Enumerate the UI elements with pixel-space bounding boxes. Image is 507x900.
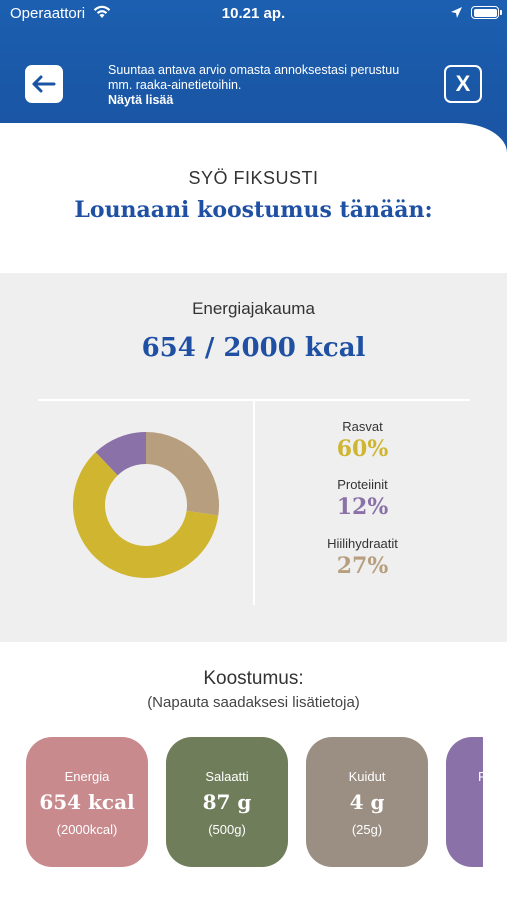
status-bar: Operaattori 10.21 ap. <box>0 0 507 28</box>
energy-label: Energiajakauma <box>192 299 315 318</box>
composition-title: Koostumus: <box>203 668 304 689</box>
energy-panel: Energiajakauma 654 / 2000 kcal Rasvat 60… <box>0 273 507 642</box>
show-more-link[interactable]: Näytä lisää <box>108 93 408 108</box>
back-button[interactable] <box>25 65 63 103</box>
legend-label: Proteiinit <box>337 477 388 492</box>
card-reference: (25g) <box>351 822 383 837</box>
location-arrow-icon <box>451 7 462 18</box>
card-reference: (2000kcal) <box>56 822 118 837</box>
legend-item-protein: Proteiinit 12% <box>280 477 445 520</box>
clock: 10.21 ap. <box>221 5 286 22</box>
legend-item-carbs: Hiilihydraatit 27% <box>280 536 445 579</box>
battery-icon <box>471 6 499 19</box>
kicker: SYÖ FIKSUSTI <box>188 168 319 188</box>
card-energy[interactable]: Energia 654 kcal (2000kcal) <box>26 737 148 867</box>
divider-vertical <box>253 399 255 605</box>
notice: Suuntaa antava arvio omasta annoksestasi… <box>108 63 408 108</box>
battery-tip <box>500 10 502 15</box>
card-label: Salaatti <box>205 769 249 784</box>
close-button[interactable]: X <box>444 65 482 103</box>
legend-percent: 27% <box>336 553 389 579</box>
card-reference: (500g) <box>208 822 246 837</box>
page-title: Lounaani koostumus tänään: <box>74 197 433 223</box>
legend-label: Hiilihydraatit <box>327 536 398 551</box>
card-value: 4 g <box>349 790 385 814</box>
legend-item-fat: Rasvat 60% <box>280 419 445 462</box>
legend-percent: 12% <box>336 494 389 520</box>
card-label: P <box>478 769 483 784</box>
legend-label: Rasvat <box>342 419 383 434</box>
energy-value: 654 / 2000 kcal <box>141 333 366 363</box>
card-protein-partial[interactable]: P <box>446 737 483 867</box>
card-value: 654 kcal <box>39 790 135 814</box>
notice-text: Suuntaa antava arvio omasta annoksestasi… <box>108 63 400 92</box>
card-label: Energia <box>64 769 110 784</box>
card-value: 87 g <box>202 790 252 814</box>
card-salad[interactable]: Salaatti 87 g (500g) <box>166 737 288 867</box>
card-fiber[interactable]: Kuidut 4 g (25g) <box>306 737 428 867</box>
donut-slice-hiilihydraatit <box>146 432 219 516</box>
energy-donut-chart <box>72 432 219 578</box>
legend-percent: 60% <box>336 436 389 462</box>
card-label: Kuidut <box>348 769 386 784</box>
composition-cards[interactable]: Energia 654 kcal (2000kcal) Salaatti 87 … <box>0 737 483 867</box>
arrow-left-icon <box>32 75 56 93</box>
composition-subtitle: (Napauta saadaksesi lisätietoja) <box>147 694 360 711</box>
